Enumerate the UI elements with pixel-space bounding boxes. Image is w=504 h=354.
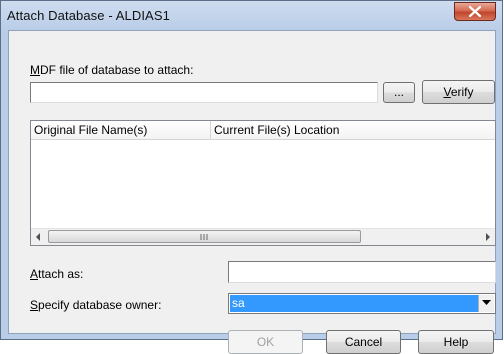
browse-button[interactable]: ...: [383, 82, 415, 103]
ok-button[interactable]: OK: [228, 330, 303, 354]
attach-database-dialog: Attach Database - ALDIAS1 MDF file of da…: [0, 0, 503, 354]
dropdown-button[interactable]: [478, 295, 494, 312]
mdf-file-input[interactable]: [30, 82, 378, 103]
database-owner-value: sa: [230, 295, 479, 312]
close-button[interactable]: [454, 2, 496, 21]
grip-icon: [200, 234, 208, 240]
files-list-header: Original File Name(s) Current File(s) Lo…: [31, 121, 495, 140]
chevron-down-icon: [482, 300, 491, 305]
attach-as-input[interactable]: [228, 261, 496, 283]
window-title: Attach Database - ALDIAS1: [7, 8, 170, 23]
database-owner-label: Specify database owner:: [30, 298, 162, 312]
scrollbar-thumb[interactable]: [48, 230, 361, 243]
verify-button[interactable]: Verify: [422, 80, 495, 104]
help-button[interactable]: Help: [418, 330, 494, 354]
cancel-button[interactable]: Cancel: [326, 330, 401, 354]
dialog-body: MDF file of database to attach: ... Veri…: [8, 30, 496, 354]
attach-as-label: Attach as:: [30, 267, 84, 281]
horizontal-scrollbar[interactable]: [31, 228, 495, 245]
scroll-left-icon[interactable]: [35, 233, 41, 241]
mdf-file-label: MDF file of database to attach:: [30, 63, 194, 77]
column-current-file-location[interactable]: Current File(s) Location: [211, 121, 411, 139]
title-bar[interactable]: Attach Database - ALDIAS1: [1, 1, 502, 30]
database-owner-select[interactable]: sa: [228, 293, 496, 314]
files-list[interactable]: Original File Name(s) Current File(s) Lo…: [30, 120, 496, 246]
column-original-file-names[interactable]: Original File Name(s): [31, 121, 211, 139]
close-icon: [469, 6, 481, 17]
scroll-right-icon[interactable]: [485, 233, 491, 241]
